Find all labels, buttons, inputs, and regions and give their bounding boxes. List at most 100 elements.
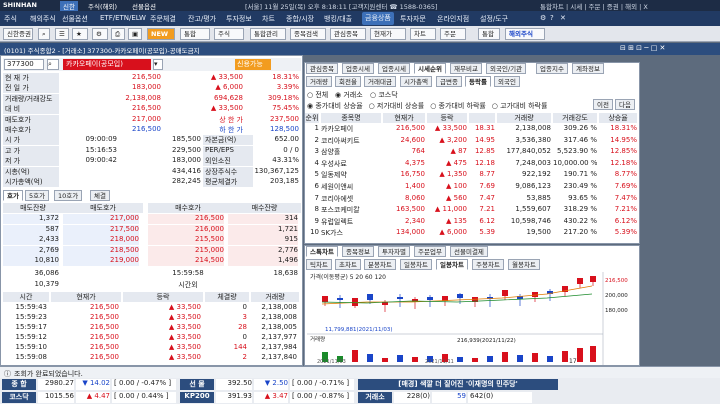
- search-box[interactable]: 신한증권: [3, 28, 33, 40]
- rank-cell[interactable]: 유럽일렉트: [321, 217, 381, 228]
- bid-price[interactable]: 216,000: [148, 224, 224, 235]
- rank-tab-1[interactable]: 업종시세: [342, 63, 374, 74]
- ask-price[interactable]: 219,000: [63, 256, 139, 266]
- market-radio-1[interactable]: ◉ 거래소: [335, 90, 363, 100]
- menu-item-10[interactable]: 금융상품: [362, 12, 394, 25]
- chart-tab-0[interactable]: 스톡차트: [306, 246, 338, 257]
- bid-price[interactable]: 215,500: [148, 235, 224, 245]
- chart-subtab-4[interactable]: 일봉차트: [436, 259, 468, 270]
- rank-tab-3[interactable]: 시세순위: [414, 63, 446, 74]
- orderbook-tab-3[interactable]: 체결: [90, 190, 110, 201]
- market-radio-2[interactable]: ○ 코스닥: [370, 90, 398, 100]
- chart-subtab-6[interactable]: 월봉차트: [508, 259, 540, 270]
- rank-cell[interactable]: 카카오페이: [321, 124, 381, 135]
- bid-price[interactable]: 214,500: [148, 256, 224, 266]
- menu-item-12[interactable]: 온라인지점: [437, 14, 469, 24]
- chevron-down-icon[interactable]: ▾: [153, 59, 163, 70]
- print-icon[interactable]: ⎙: [111, 28, 125, 40]
- top-tab-overseas[interactable]: 주식(해외): [88, 1, 117, 11]
- search-icon[interactable]: ⌕: [47, 59, 59, 70]
- toolbar-button-1[interactable]: 종목검색: [290, 28, 326, 40]
- bid-price[interactable]: 215,000: [148, 245, 224, 256]
- menu-item-1[interactable]: 해외주식: [30, 14, 56, 24]
- rank-cell[interactable]: 코리아써키트: [321, 136, 381, 147]
- rank-tab-5[interactable]: 외국인/기관: [486, 63, 527, 74]
- select-market[interactable]: 통합: [180, 28, 210, 40]
- chart-subtab-5[interactable]: 주봉차트: [472, 259, 504, 270]
- ask-price[interactable]: 218,000: [63, 235, 139, 245]
- orderbook-tab-1[interactable]: 5호가: [25, 190, 50, 201]
- rank-subtab-6[interactable]: 외국인: [494, 76, 520, 87]
- range-radio-2[interactable]: ○ 종가대비 하락률: [430, 101, 486, 111]
- rank-cell[interactable]: 삼양홀: [321, 147, 381, 158]
- rank-cell[interactable]: 세원이앤씨: [321, 182, 381, 193]
- select-type[interactable]: 주식: [214, 28, 244, 40]
- rank-tab-6[interactable]: 업종지수: [536, 63, 568, 74]
- menu-item-13[interactable]: 설정/도구: [480, 14, 508, 24]
- menu-item-9[interactable]: 뱅킹/대출: [324, 14, 352, 24]
- mode-badge[interactable]: 신한: [60, 1, 78, 11]
- rank-cell[interactable]: SK가스: [321, 228, 381, 239]
- ask-price[interactable]: 218,500: [63, 245, 139, 256]
- chart-subtab-1[interactable]: 초차트: [335, 259, 361, 270]
- rank-cell[interactable]: 우성사료: [321, 159, 381, 170]
- chart-area[interactable]: 가격(이동평균) 5 20 60 120 216,500 200,000 180,00…: [307, 272, 637, 365]
- chart-tab-2[interactable]: 투자자별: [378, 246, 410, 257]
- search-icon[interactable]: ⌕: [38, 28, 50, 40]
- rank-tab-0[interactable]: 관심종목: [306, 63, 338, 74]
- brand-overseas[interactable]: 해외주식: [505, 28, 545, 40]
- toolbar-button-5[interactable]: 주문: [440, 28, 466, 40]
- menu-item-0[interactable]: 주식: [4, 14, 17, 24]
- toolbar-button-2[interactable]: 관심종목: [330, 28, 366, 40]
- star-icon[interactable]: ★: [72, 28, 88, 40]
- save-icon[interactable]: ▣: [128, 28, 142, 40]
- chart-subtab-2[interactable]: 분봉차트: [364, 259, 396, 270]
- next-button[interactable]: 다음: [615, 99, 635, 110]
- bid-price[interactable]: 216,500: [148, 214, 224, 224]
- toolbar-button-4[interactable]: 차트: [410, 28, 436, 40]
- rank-subtab-2[interactable]: 거래대금: [364, 76, 396, 87]
- menu-item-7[interactable]: 차트: [262, 14, 275, 24]
- rank-subtab-0[interactable]: 거래량: [306, 76, 332, 87]
- menu-item-2[interactable]: 선물옵션: [62, 14, 88, 24]
- chart-tab-3[interactable]: 주문업무: [414, 246, 446, 257]
- window-controls[interactable]: ⊟ ⊞ ⊡ ─ □ ✕: [620, 44, 665, 52]
- menu-item-4[interactable]: 주문체결: [150, 14, 176, 24]
- ask-price[interactable]: 217,500: [63, 224, 139, 235]
- range-radio-1[interactable]: ○ 저가대비 상승률: [369, 101, 425, 111]
- rank-subtab-3[interactable]: 시가총액: [400, 76, 432, 87]
- rank-cell[interactable]: 코리아에셋: [321, 194, 381, 205]
- rank-subtab-4[interactable]: 급변종: [436, 76, 462, 87]
- range-radio-0[interactable]: ◉ 종가대비 상승율: [307, 101, 363, 111]
- rank-subtab-1[interactable]: 회전율: [335, 76, 361, 87]
- chart-tab-1[interactable]: 종목정보: [342, 246, 374, 257]
- chart-subtab-0[interactable]: 틱차트: [306, 259, 332, 270]
- orderbook-tab-0[interactable]: 호가: [3, 190, 23, 201]
- market-radio-0[interactable]: ○ 전체: [307, 90, 328, 100]
- top-right-links[interactable]: 통합차트 | 시세 | 주문 | 증권 | 해외 | X: [540, 1, 648, 11]
- chart-tab-4[interactable]: 선물미결제: [450, 246, 488, 257]
- rank-cell[interactable]: 일동제약: [321, 170, 381, 181]
- code-input[interactable]: 377300: [4, 59, 44, 70]
- ask-price[interactable]: 217,000: [63, 214, 139, 224]
- menu-control-icon[interactable]: ?: [550, 14, 554, 22]
- prev-button[interactable]: 이전: [593, 99, 613, 110]
- rank-tab-2[interactable]: 업종시세: [378, 63, 410, 74]
- top-tab-futures[interactable]: 선물옵션: [132, 1, 156, 11]
- menu-icon[interactable]: ☰: [55, 28, 69, 40]
- stock-name[interactable]: 카카오페이(공모입): [63, 59, 151, 70]
- rank-tab-7[interactable]: 계좌정보: [572, 63, 604, 74]
- chart-subtab-3[interactable]: 일봉차트: [400, 259, 432, 270]
- rank-tab-4[interactable]: 재무비교: [450, 63, 482, 74]
- menu-item-11[interactable]: 투자자문: [400, 14, 426, 24]
- menu-item-6[interactable]: 투자정보: [226, 14, 252, 24]
- rank-cell[interactable]: 포스코케미칼: [321, 205, 381, 216]
- tb-extra-button[interactable]: 통합: [478, 28, 500, 40]
- menu-control-icon[interactable]: ⚙: [540, 14, 546, 22]
- menu-control-icon[interactable]: ✕: [560, 14, 566, 22]
- orderbook-tab-2[interactable]: 10호가: [54, 190, 83, 201]
- toolbar-button-0[interactable]: 통합관리: [250, 28, 286, 40]
- toolbar-button-3[interactable]: 현재가: [370, 28, 406, 40]
- range-radio-3[interactable]: ○ 고가대비 하락률: [492, 101, 548, 111]
- new-badge[interactable]: NEW: [147, 28, 175, 40]
